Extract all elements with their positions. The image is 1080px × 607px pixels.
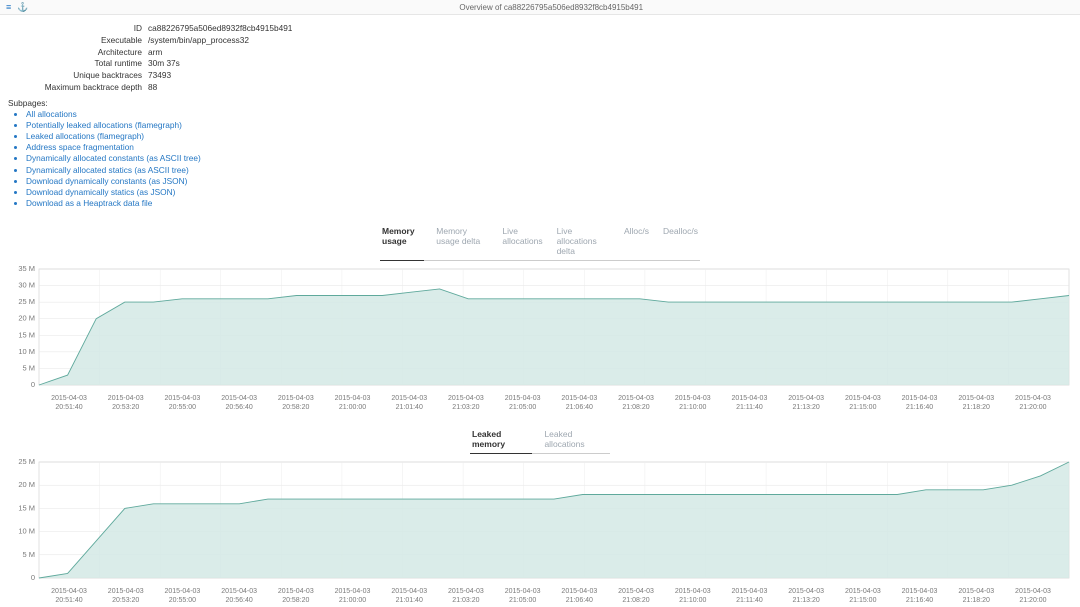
xaxis-tick: 2015-04-0321:05:00 xyxy=(495,395,551,412)
meta-label-depth: Maximum backtrace depth xyxy=(8,82,148,93)
xaxis-tick: 2015-04-0321:00:00 xyxy=(325,588,381,605)
xaxis-tick: 2015-04-0321:06:40 xyxy=(551,395,607,412)
subpage-item: Address space fragmentation xyxy=(26,142,1080,153)
tab-leaked-allocations[interactable]: Leaked allocations xyxy=(542,426,610,454)
xaxis-tick: 2015-04-0320:58:20 xyxy=(268,588,324,605)
subpage-link[interactable]: Address space fragmentation xyxy=(26,142,134,152)
tab-leaked-memory[interactable]: Leaked memory xyxy=(470,426,532,454)
xaxis-tick: 2015-04-0321:16:40 xyxy=(892,395,948,412)
xaxis-tick: 2015-04-0320:56:40 xyxy=(211,588,267,605)
svg-text:10 M: 10 M xyxy=(18,347,35,356)
meta-value-architecture: arm xyxy=(148,47,162,58)
page-title: Overview of ca88226795a506ed8932f8cb4915… xyxy=(28,3,1074,12)
svg-text:5 M: 5 M xyxy=(22,364,35,373)
subpages-heading: Subpages: xyxy=(0,96,1080,109)
subpages-list: All allocationsPotentially leaked alloca… xyxy=(0,109,1080,210)
subpage-item: Leaked allocations (flamegraph) xyxy=(26,131,1080,142)
meta-label-architecture: Architecture xyxy=(8,47,148,58)
svg-text:0: 0 xyxy=(31,573,35,582)
meta-value-id: ca88226795a506ed8932f8cb4915b491 xyxy=(148,23,292,34)
menu-icon[interactable]: ≡ xyxy=(6,3,11,12)
xaxis-tick: 2015-04-0321:01:40 xyxy=(381,588,437,605)
subpage-item: Download dynamically constants (as JSON) xyxy=(26,176,1080,187)
xaxis-tick: 2015-04-0320:55:00 xyxy=(154,588,210,605)
subpage-link[interactable]: Potentially leaked allocations (flamegra… xyxy=(26,120,182,130)
xaxis-tick: 2015-04-0321:15:00 xyxy=(835,395,891,412)
xaxis-tick: 2015-04-0321:10:00 xyxy=(665,395,721,412)
xaxis-tick: 2015-04-0321:18:20 xyxy=(948,588,1004,605)
xaxis-tick: 2015-04-0320:51:40 xyxy=(41,588,97,605)
xaxis-tick: 2015-04-0321:06:40 xyxy=(551,588,607,605)
svg-text:5 M: 5 M xyxy=(22,550,35,559)
xaxis-tick: 2015-04-0321:11:40 xyxy=(721,395,777,412)
xaxis-tick: 2015-04-0320:53:20 xyxy=(98,395,154,412)
xaxis-tick: 2015-04-0321:16:40 xyxy=(892,588,948,605)
subpage-link[interactable]: Download dynamically statics (as JSON) xyxy=(26,187,175,197)
tab-memory-usage[interactable]: Memory usage xyxy=(380,223,424,261)
xaxis-tick: 2015-04-0321:20:00 xyxy=(1005,588,1061,605)
svg-text:20 M: 20 M xyxy=(18,480,35,489)
chart-memory-usage: 0 5 M 10 M 15 M 20 M 25 M 30 M 35 M 2015-04-032… xyxy=(5,265,1075,412)
meta-label-executable: Executable xyxy=(8,35,148,46)
xaxis-tick: 2015-04-0321:13:20 xyxy=(778,588,834,605)
xaxis-tick: 2015-04-0320:56:40 xyxy=(211,395,267,412)
metadata-section: IDca88226795a506ed8932f8cb4915b491 Execu… xyxy=(0,15,1080,96)
xaxis-tick: 2015-04-0321:18:20 xyxy=(948,395,1004,412)
tabs-leaked: Leaked memory Leaked allocations xyxy=(470,426,610,454)
tabs-memory: Memory usage Memory usage delta Live alloc… xyxy=(380,223,700,261)
chart-leaked-memory: 05 M10 M15 M20 M25 M 2015-04-0320:51:402… xyxy=(5,458,1075,605)
tab-live-allocations-delta[interactable]: Live allocations delta xyxy=(555,223,612,261)
meta-label-runtime: Total runtime xyxy=(8,58,148,69)
subpage-item: Dynamically allocated statics (as ASCII … xyxy=(26,165,1080,176)
xaxis-tick: 2015-04-0321:10:00 xyxy=(665,588,721,605)
tab-alloc-s[interactable]: Alloc/s xyxy=(622,223,651,261)
svg-text:25 M: 25 M xyxy=(18,458,35,466)
xaxis-tick: 2015-04-0320:53:20 xyxy=(98,588,154,605)
subpage-item: All allocations xyxy=(26,109,1080,120)
meta-value-runtime: 30m 37s xyxy=(148,58,180,69)
subpage-link[interactable]: Dynamically allocated constants (as ASCI… xyxy=(26,153,201,163)
subpage-link[interactable]: Leaked allocations (flamegraph) xyxy=(26,131,144,141)
topbar: ≡ ⚓ Overview of ca88226795a506ed8932f8cb… xyxy=(0,0,1080,15)
xaxis-tick: 2015-04-0321:15:00 xyxy=(835,588,891,605)
xaxis-tick: 2015-04-0320:51:40 xyxy=(41,395,97,412)
meta-label-id: ID xyxy=(8,23,148,34)
subpage-item: Dynamically allocated constants (as ASCI… xyxy=(26,153,1080,164)
subpage-link[interactable]: Dynamically allocated statics (as ASCII … xyxy=(26,165,189,175)
tab-live-allocations[interactable]: Live allocations xyxy=(500,223,544,261)
svg-text:15 M: 15 M xyxy=(18,504,35,513)
xaxis-tick: 2015-04-0321:03:20 xyxy=(438,395,494,412)
subpage-item: Download dynamically statics (as JSON) xyxy=(26,187,1080,198)
anchor-icon[interactable]: ⚓ xyxy=(17,3,28,12)
svg-text:0: 0 xyxy=(31,380,35,389)
svg-text:15 M: 15 M xyxy=(18,331,35,340)
meta-value-backtraces: 73493 xyxy=(148,70,171,81)
xaxis-tick: 2015-04-0321:11:40 xyxy=(721,588,777,605)
svg-text:35 M: 35 M xyxy=(18,265,35,273)
svg-text:20 M: 20 M xyxy=(18,314,35,323)
xaxis-tick: 2015-04-0320:58:20 xyxy=(268,395,324,412)
xaxis-tick: 2015-04-0321:00:00 xyxy=(325,395,381,412)
svg-text:10 M: 10 M xyxy=(18,527,35,536)
xaxis-tick: 2015-04-0321:08:20 xyxy=(608,588,664,605)
subpage-item: Potentially leaked allocations (flamegra… xyxy=(26,120,1080,131)
subpage-link[interactable]: Download dynamically constants (as JSON) xyxy=(26,176,187,186)
xaxis-tick: 2015-04-0321:05:00 xyxy=(495,588,551,605)
xaxis-tick: 2015-04-0321:20:00 xyxy=(1005,395,1061,412)
meta-value-executable: /system/bin/app_process32 xyxy=(148,35,249,46)
meta-value-depth: 88 xyxy=(148,82,157,93)
tab-dealloc-s[interactable]: Dealloc/s xyxy=(661,223,700,261)
svg-text:25 M: 25 M xyxy=(18,298,35,307)
meta-label-backtraces: Unique backtraces xyxy=(8,70,148,81)
tab-memory-usage-delta[interactable]: Memory usage delta xyxy=(434,223,490,261)
subpage-link[interactable]: Download as a Heaptrack data file xyxy=(26,198,152,208)
xaxis-tick: 2015-04-0321:13:20 xyxy=(778,395,834,412)
xaxis-tick: 2015-04-0321:08:20 xyxy=(608,395,664,412)
svg-text:30 M: 30 M xyxy=(18,281,35,290)
xaxis-tick: 2015-04-0321:01:40 xyxy=(381,395,437,412)
xaxis-tick: 2015-04-0321:03:20 xyxy=(438,588,494,605)
xaxis-tick: 2015-04-0320:55:00 xyxy=(154,395,210,412)
subpage-item: Download as a Heaptrack data file xyxy=(26,198,1080,209)
subpage-link[interactable]: All allocations xyxy=(26,109,77,119)
